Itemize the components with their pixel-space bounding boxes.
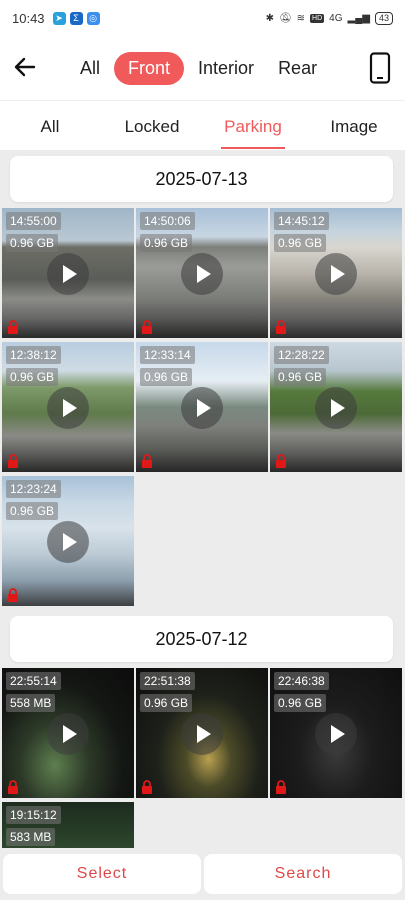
back-arrow-icon[interactable] [12,54,38,80]
category-tab-all[interactable]: All [41,117,60,137]
lock-icon [142,454,152,468]
bluetooth-icon: ✱ [265,12,274,24]
select-button[interactable]: Select [3,854,201,894]
video-thumbnail[interactable]: 19:15:12 583 MB [2,802,134,848]
clip-time: 22:51:38 [140,672,195,690]
hd-badge: HD [310,13,325,23]
clip-time: 22:55:14 [6,672,61,690]
video-thumbnail[interactable]: 14:55:00 0.96 GB [2,208,134,338]
video-thumbnail[interactable]: 22:55:14 558 MB [2,668,134,798]
camera-tab-all[interactable]: All [70,52,110,85]
camera-tab-rear[interactable]: Rear [268,52,327,85]
lock-icon [8,320,18,334]
category-tabs: All Locked Parking Image [0,100,405,150]
lock-icon [276,320,286,334]
category-tab-image[interactable]: Image [330,117,377,137]
clip-time: 14:50:06 [140,212,195,230]
play-icon[interactable] [181,713,223,755]
mute-icon: 🔕︎ [278,12,292,24]
phone-storage-icon[interactable] [369,52,391,84]
play-icon[interactable] [315,713,357,755]
top-nav: All Front Interior Rear [0,36,405,100]
clip-time: 12:28:22 [274,346,329,364]
play-icon[interactable] [47,521,89,563]
camera-tab-front[interactable]: Front [114,52,185,85]
lock-icon [142,780,152,794]
date-header: 2025-07-13 [10,156,393,202]
clip-time: 14:55:00 [6,212,61,230]
clip-time: 14:45:12 [274,212,329,230]
lock-icon [142,320,152,334]
video-thumbnail[interactable]: 14:50:06 0.96 GB [136,208,268,338]
status-icons: ✱ 🔕︎ ≋ HD 4G ▂▄▆ 43 [265,11,393,25]
network-type: 4G [329,12,343,24]
clip-size: 0.96 GB [274,368,327,386]
lock-icon [276,454,286,468]
battery-indicator: 43 [374,11,393,25]
wifi-icon: ≋ [296,12,306,24]
category-tab-parking[interactable]: Parking [224,117,282,137]
lock-icon [276,780,286,794]
clip-size: 0.96 GB [140,694,193,712]
clip-size: 558 MB [6,694,56,712]
clip-size: 0.96 GB [140,234,193,252]
video-thumbnail[interactable]: 12:38:12 0.96 GB [2,342,134,472]
date-header: 2025-07-12 [10,616,393,662]
clip-size: 0.96 GB [6,502,59,520]
play-icon[interactable] [47,713,89,755]
clip-size: 0.96 GB [6,234,59,252]
play-icon[interactable] [315,253,357,295]
active-tab-underline [221,147,285,149]
video-thumbnail[interactable]: 12:23:24 0.96 GB [2,476,134,606]
video-thumbnail[interactable]: 22:51:38 0.96 GB [136,668,268,798]
clip-size: 583 MB [6,828,56,846]
clip-size: 0.96 GB [6,368,59,386]
clip-time: 12:38:12 [6,346,61,364]
play-icon[interactable] [181,253,223,295]
video-thumbnail[interactable]: 14:45:12 0.96 GB [270,208,402,338]
video-thumbnail[interactable]: 12:28:22 0.96 GB [270,342,402,472]
clip-size: 0.96 GB [140,368,193,386]
recordings-list[interactable]: 2025-07-13 14:55:00 0.96 GB 14:50:06 0.96 GB… [0,152,405,848]
status-time: 10:43 [12,10,45,26]
play-icon[interactable] [47,387,89,429]
video-thumbnail[interactable]: 12:33:14 0.96 GB [136,342,268,472]
play-icon[interactable] [181,387,223,429]
camera-tabs: All Front Interior Rear [70,52,331,85]
search-button[interactable]: Search [204,854,402,894]
clip-size: 0.96 GB [274,234,327,252]
clip-size: 0.96 GB [274,694,327,712]
telegram-icon: ➤ [52,11,66,25]
clip-time: 12:23:24 [6,480,61,498]
clip-time: 19:15:12 [6,806,61,824]
clip-time: 12:33:14 [140,346,195,364]
status-bar: 10:43 ➤ Σ ◎ ✱ 🔕︎ ≋ HD 4G ▂▄▆ 43 [0,0,405,36]
sigma-app-icon: Σ [69,11,83,25]
lock-icon [8,454,18,468]
clip-time: 22:46:38 [274,672,329,690]
category-tab-locked[interactable]: Locked [125,117,180,137]
lock-icon [8,588,18,602]
broadcast-app-icon: ◎ [86,11,100,25]
lock-icon [8,780,18,794]
bottom-bar: Select Search [0,848,405,900]
play-icon[interactable] [47,253,89,295]
play-icon[interactable] [315,387,357,429]
signal-icon: ▂▄▆ [347,12,370,24]
camera-tab-interior[interactable]: Interior [188,52,264,85]
video-thumbnail[interactable]: 22:46:38 0.96 GB [270,668,402,798]
